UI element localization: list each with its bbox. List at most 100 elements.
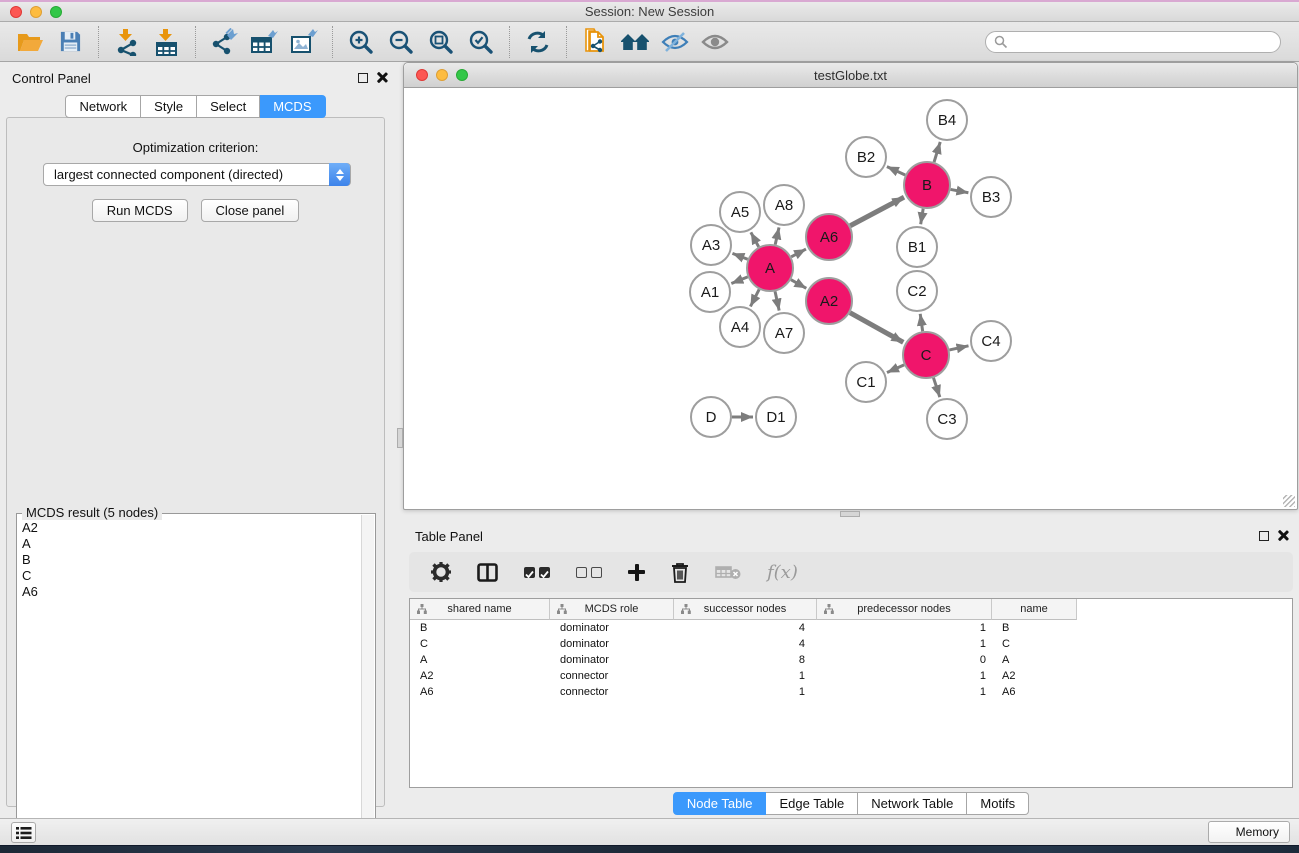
column-header-predecessor-nodes[interactable]: predecessor nodes bbox=[817, 599, 992, 620]
zoom-selected-icon[interactable] bbox=[461, 25, 501, 59]
close-panel-icon[interactable] bbox=[376, 71, 388, 83]
save-session-icon[interactable] bbox=[50, 25, 90, 59]
network-window-titlebar[interactable]: testGlobe.txt bbox=[404, 63, 1297, 88]
apply-layout-icon[interactable] bbox=[518, 25, 558, 59]
graph-edge-C-C1[interactable] bbox=[887, 365, 904, 373]
graph-edge-A6-B[interactable] bbox=[850, 197, 904, 226]
select-all-checkboxes-icon[interactable] bbox=[524, 567, 550, 578]
tab-edge-table[interactable]: Edge Table bbox=[766, 792, 858, 815]
show-log-button[interactable] bbox=[11, 822, 36, 843]
list-item[interactable]: A2 bbox=[22, 520, 361, 536]
column-header-mcds-role[interactable]: MCDS role bbox=[550, 599, 674, 620]
table-toolbar: f(x) bbox=[409, 552, 1293, 592]
delete-column-trash-icon[interactable] bbox=[671, 562, 689, 583]
graph-edge-A-A1[interactable] bbox=[731, 277, 747, 284]
memory-button[interactable]: Memory bbox=[1208, 821, 1290, 843]
mcds-result-list: A2 A B C A6 bbox=[18, 520, 361, 851]
export-network-icon[interactable] bbox=[204, 25, 244, 59]
network-canvas[interactable]: B4B2BB3A8A5A6A3B1AC2A1A2A4A7C4CC1C3DD1 bbox=[404, 88, 1297, 509]
search-box[interactable] bbox=[985, 31, 1281, 53]
list-icon bbox=[16, 826, 32, 840]
graph-edge-A-A3[interactable] bbox=[732, 253, 747, 259]
tab-network-table[interactable]: Network Table bbox=[858, 792, 967, 815]
column-header-shared-name[interactable]: shared name bbox=[410, 599, 550, 620]
deselect-all-checkboxes-icon[interactable] bbox=[576, 567, 602, 578]
list-item[interactable]: C bbox=[22, 568, 361, 584]
memory-label: Memory bbox=[1236, 825, 1279, 839]
graph-node-label-A2: A2 bbox=[820, 293, 838, 310]
tab-select[interactable]: Select bbox=[197, 95, 260, 118]
graph-edge-C-C4[interactable] bbox=[949, 346, 968, 350]
show-columns-icon[interactable] bbox=[477, 563, 498, 582]
graph-edge-A-A7[interactable] bbox=[775, 291, 779, 310]
splitter-gripper[interactable] bbox=[840, 511, 860, 517]
mcds-tab-content: Optimization criterion: largest connecte… bbox=[6, 117, 385, 807]
network-view-window: testGlobe.txt B4B2BB3A8A5A6A3B1AC2A1A2A4… bbox=[403, 62, 1298, 510]
tab-mcds[interactable]: MCDS bbox=[260, 95, 325, 118]
run-mcds-button[interactable]: Run MCDS bbox=[92, 199, 188, 222]
export-image-icon[interactable] bbox=[284, 25, 324, 59]
search-icon bbox=[994, 35, 1008, 49]
graph-node-label-B4: B4 bbox=[938, 112, 956, 129]
graph-node-label-C1: C1 bbox=[856, 374, 875, 391]
export-table-icon[interactable] bbox=[244, 25, 284, 59]
graph-edge-C-C3[interactable] bbox=[933, 378, 939, 397]
zoom-fit-icon[interactable] bbox=[421, 25, 461, 59]
result-scrollbar[interactable] bbox=[361, 515, 374, 851]
tab-style[interactable]: Style bbox=[141, 95, 197, 118]
list-item[interactable]: A6 bbox=[22, 584, 361, 600]
table-row[interactable]: A6connector 11 A6 bbox=[410, 684, 1292, 700]
table-header-row: shared name MCDS role successor nodes pr… bbox=[410, 599, 1292, 620]
zoom-in-icon[interactable] bbox=[341, 25, 381, 59]
table-row[interactable]: A2connector 11 A2 bbox=[410, 668, 1292, 684]
graph-node-label-C4: C4 bbox=[981, 333, 1000, 350]
column-header-successor-nodes[interactable]: successor nodes bbox=[674, 599, 817, 620]
tab-network[interactable]: Network bbox=[65, 95, 141, 118]
mcds-result-box: MCDS result (5 nodes) A2 A B C A6 bbox=[16, 513, 376, 853]
new-network-from-file-icon[interactable] bbox=[575, 25, 615, 59]
graph-edge-A2-C[interactable] bbox=[850, 313, 903, 343]
graph-edge-A-A8[interactable] bbox=[775, 227, 779, 244]
table-row[interactable]: Adominator 80 A bbox=[410, 652, 1292, 668]
graph-edge-A-A5[interactable] bbox=[751, 232, 759, 247]
graph-edge-B-B3[interactable] bbox=[951, 189, 969, 192]
graph-node-label-C2: C2 bbox=[907, 283, 926, 300]
graph-node-label-D1: D1 bbox=[766, 409, 785, 426]
float-panel-icon[interactable] bbox=[358, 73, 368, 83]
graph-edge-C-C2[interactable] bbox=[920, 314, 922, 331]
column-header-name[interactable]: name bbox=[992, 599, 1077, 620]
graph-edge-A-A2[interactable] bbox=[791, 280, 806, 289]
optimization-criterion-select[interactable]: largest connected component (directed) bbox=[43, 163, 351, 186]
import-network-icon[interactable] bbox=[107, 25, 147, 59]
open-session-icon[interactable] bbox=[10, 25, 50, 59]
graph-edge-B-B2[interactable] bbox=[887, 167, 905, 175]
home-icon[interactable] bbox=[615, 25, 655, 59]
zoom-out-icon[interactable] bbox=[381, 25, 421, 59]
add-column-icon[interactable] bbox=[628, 564, 645, 581]
list-item[interactable]: A bbox=[22, 536, 361, 552]
close-panel-button[interactable]: Close panel bbox=[201, 199, 300, 222]
graph-node-label-B: B bbox=[922, 177, 932, 194]
table-row[interactable]: Bdominator 41 B bbox=[410, 620, 1292, 636]
graph-edge-B-B4[interactable] bbox=[934, 142, 940, 162]
window-title: Session: New Session bbox=[0, 4, 1299, 19]
import-table-icon[interactable] bbox=[147, 25, 187, 59]
graph-edge-A-A4[interactable] bbox=[750, 289, 759, 306]
search-input[interactable] bbox=[1008, 35, 1272, 49]
close-panel-icon[interactable] bbox=[1277, 529, 1289, 541]
hide-graphics-details-icon[interactable] bbox=[655, 25, 695, 59]
graph-edge-A-A6[interactable] bbox=[791, 249, 806, 257]
tab-motifs[interactable]: Motifs bbox=[967, 792, 1029, 815]
resize-grip-icon[interactable] bbox=[1283, 495, 1295, 507]
tab-node-table[interactable]: Node Table bbox=[673, 792, 767, 815]
graph-node-label-B1: B1 bbox=[908, 239, 926, 256]
splitter-gripper[interactable] bbox=[397, 428, 403, 448]
list-item[interactable]: B bbox=[22, 552, 361, 568]
table-row[interactable]: Cdominator 41 C bbox=[410, 636, 1292, 652]
float-panel-icon[interactable] bbox=[1259, 531, 1269, 541]
show-graphics-details-icon[interactable] bbox=[695, 25, 735, 59]
graph-node-label-A4: A4 bbox=[731, 319, 749, 336]
table-panel-tabs: Node Table Edge Table Network Table Moti… bbox=[403, 792, 1299, 815]
table-settings-gear-icon[interactable] bbox=[431, 562, 451, 582]
graph-edge-B-B1[interactable] bbox=[921, 209, 924, 225]
